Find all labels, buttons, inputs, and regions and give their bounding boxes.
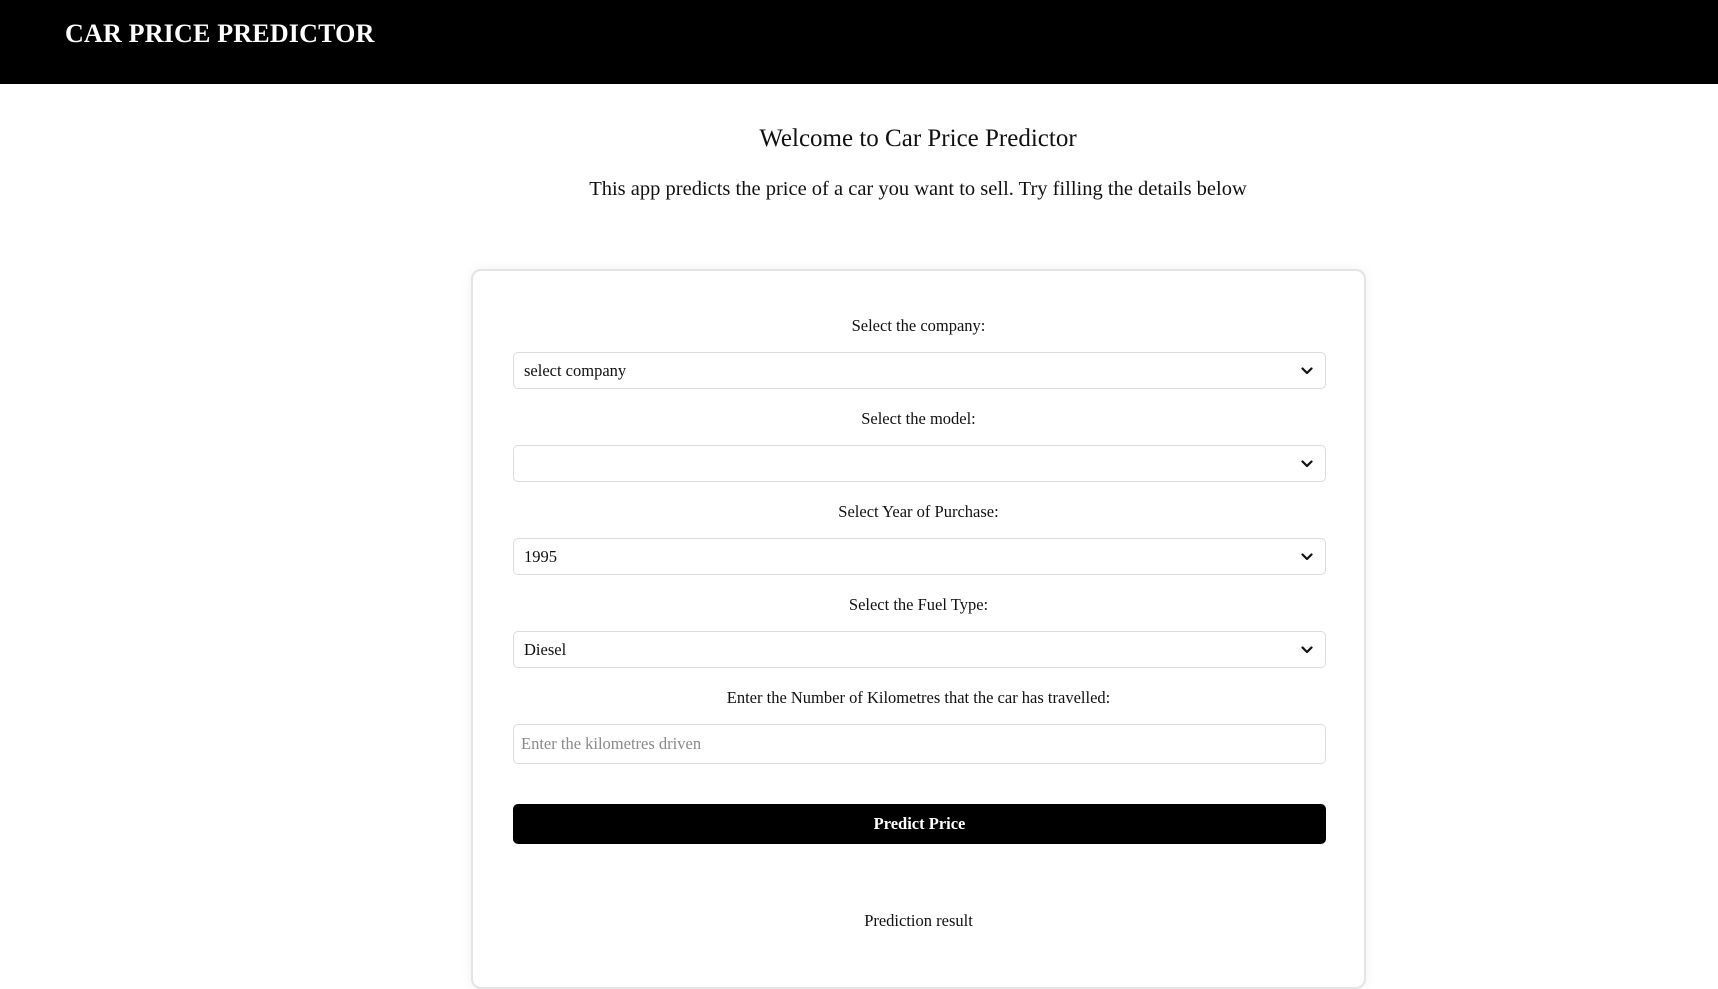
top-navbar: CAR PRICE PREDICTOR [0,0,1718,84]
model-label: Select the model: [861,409,976,428]
kms-label: Enter the Number of Kilometres that the … [726,688,1111,707]
company-label: Select the company: [851,316,986,335]
company-select-value: select company [524,360,627,380]
brand-title: CAR PRICE PREDICTOR [65,19,375,48]
model-select[interactable] [513,445,1326,482]
fuel-select-value: Diesel [524,639,567,659]
year-label: Select Year of Purchase: [838,502,999,521]
fuel-select[interactable]: Diesel [513,631,1326,668]
kms-input[interactable] [513,724,1326,764]
chevron-down-icon [1300,550,1314,564]
company-select[interactable]: select company [513,352,1326,389]
year-select[interactable]: 1995 [513,538,1326,575]
chevron-down-icon [1300,643,1314,657]
chevron-down-icon [1300,364,1314,378]
year-select-value: 1995 [524,546,557,566]
predict-price-button[interactable]: Predict Price [513,804,1326,844]
prediction-form-card: Select the company: select company Selec… [471,269,1366,989]
fuel-label: Select the Fuel Type: [848,595,989,614]
welcome-heading: Welcome to Car Price Predictor [759,125,1077,152]
prediction-result: Prediction result [864,911,973,930]
intro-subtitle: This app predicts the price of a car you… [589,178,1247,200]
chevron-down-icon [1300,457,1314,471]
